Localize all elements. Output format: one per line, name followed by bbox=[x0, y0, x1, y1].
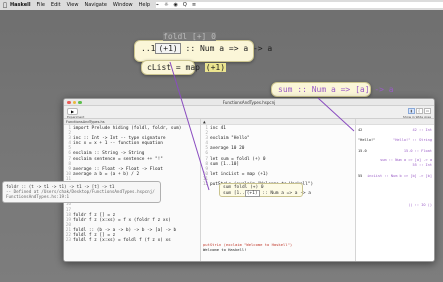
zoom-code-prefix: cList = map bbox=[147, 63, 205, 72]
code-text: sum [1..10] bbox=[210, 161, 240, 167]
line-number: 23 bbox=[65, 238, 71, 244]
window-toolbar: ▶ Experiment ▮ ▯ ▭ Show in Wide Area bbox=[64, 106, 434, 119]
tooltip-location: FunctionsAndTypes.hs:19:1 bbox=[6, 194, 70, 200]
zoom-ghost-text: foldl [+] 0 bbox=[163, 32, 216, 41]
menu-view[interactable]: View bbox=[67, 2, 79, 8]
view-toggle: ▮ ▯ ▭ bbox=[408, 108, 431, 114]
run-button[interactable]: ▶ bbox=[67, 108, 78, 115]
window-title: FunctionsAndTypes.hspcnj bbox=[222, 100, 276, 105]
status-icons: ⌁ ☼ ◉ Q ≡ bbox=[156, 2, 443, 8]
window-titlebar: FunctionsAndTypes.hspcnj bbox=[64, 99, 434, 106]
spotlight-icon[interactable]: Q bbox=[183, 2, 187, 8]
playground-icon: ▲ bbox=[203, 120, 206, 124]
record-icon[interactable]: ◉ bbox=[174, 2, 178, 8]
result-value: 42 bbox=[358, 128, 363, 132]
zoomed-type-popup: foldl [+] 0 ..1 (+1) :: Num a => a -> a bbox=[134, 32, 272, 62]
result-value: 55 bbox=[358, 174, 363, 178]
result-value: "Hello!" bbox=[358, 138, 376, 142]
menu-window[interactable]: Window bbox=[113, 2, 133, 8]
code-text: import Prelude hiding (foldl, foldr, sum… bbox=[73, 126, 182, 131]
result-type: () :: IO () bbox=[408, 203, 432, 207]
inline-type-popup: sum foldl (+) 0 sum [1.. (+1) :: Num a =>… bbox=[219, 183, 311, 197]
playground-window: FunctionsAndTypes.hspcnj ▶ Experiment ▮ … bbox=[63, 98, 435, 262]
code-text: exclaim sentence = sentence ++ "!" bbox=[73, 156, 163, 162]
brightness-icon[interactable]: ☼ bbox=[164, 2, 168, 8]
result-type: incList :: Num b => [b] -> [b] bbox=[367, 174, 432, 178]
code-text: foldr f z (x:xs) = f x (foldr f z xs) bbox=[73, 217, 171, 223]
results-header bbox=[356, 119, 434, 125]
result-type: 15.0 :: Float bbox=[403, 149, 432, 153]
menu-help[interactable]: Help bbox=[139, 2, 150, 8]
results-pane: 42 :: Int"Hello!" :: String15.0 :: Float… bbox=[356, 119, 434, 261]
zoom-line-prefix: ..1 bbox=[141, 44, 156, 53]
apple-icon[interactable]:  bbox=[0, 2, 10, 9]
inline-prefix: sum [1.. bbox=[223, 190, 245, 196]
code-text: average 10 20 bbox=[210, 146, 245, 152]
code-text: let incList = map (+1) bbox=[210, 171, 269, 177]
menu-navigate[interactable]: Navigate bbox=[84, 2, 106, 8]
console-output: putStrLn (exclaim "Welcome to Haskell") … bbox=[203, 242, 292, 252]
type-tooltip: foldr :: (t -> t1 -> t1) -> t1 -> [t] ->… bbox=[2, 181, 161, 203]
result-type: 55 :: Int bbox=[412, 163, 432, 167]
playground-lines: 1 inc 41 2 3 exclaim "Hello" 4 5 average 10 20 6… bbox=[201, 125, 355, 187]
editor-line: 23 foldl f z (x:xs) = foldl f (f z x) xs bbox=[64, 238, 200, 243]
zoom-type-text: :: Num a => a -> a bbox=[180, 44, 273, 53]
line-number: 12 bbox=[202, 182, 208, 188]
inline-type-text: :: Num a => a -> a bbox=[259, 190, 312, 196]
code-text: average a b = (a + b) / 2 bbox=[73, 171, 140, 177]
menu-edit[interactable]: Edit bbox=[51, 2, 61, 8]
editor-line: 1 import Prelude hiding (foldl, foldr, su… bbox=[64, 126, 200, 131]
code-text: inc 41 bbox=[210, 126, 226, 131]
zoom-code-highlight: (+1) bbox=[204, 63, 227, 72]
notification-icon[interactable]: ≡ bbox=[192, 2, 196, 8]
zoomed-code-line: cList = map (+1) bbox=[141, 60, 227, 75]
menu-app[interactable]: Haskell bbox=[10, 2, 31, 8]
inline-popup-line2: sum [1.. (+1) :: Num a => a -> a bbox=[223, 189, 311, 197]
result-type: sum :: Num a => [a] -> a bbox=[380, 158, 432, 162]
editor-view-icon[interactable]: ▮ bbox=[408, 108, 415, 114]
result-value: 15.0 bbox=[358, 149, 367, 153]
zoomed-signature: sum :: Num a => [a] -> a bbox=[271, 82, 394, 97]
code-text: inc x = x + 1 -- function equation bbox=[73, 141, 163, 147]
console-view-icon[interactable]: ▭ bbox=[424, 108, 431, 114]
inline-selected-expr: (+1) bbox=[244, 189, 260, 197]
split-view-icon[interactable]: ▯ bbox=[416, 108, 423, 114]
result-type: "Hello!" :: String bbox=[393, 138, 432, 142]
code-text: exclaim "Hello" bbox=[210, 136, 250, 142]
code-text: foldl f z (x:xs) = foldl f (f z x) xs bbox=[73, 238, 171, 244]
zoom-selected-expr: (+1) bbox=[155, 43, 181, 54]
console-result: Welcome to Haskell! bbox=[203, 246, 247, 252]
result-type: 42 :: Int bbox=[412, 128, 432, 132]
menu-bar:  Haskell File Edit View Navigate Window… bbox=[0, 0, 443, 10]
wifi-icon[interactable]: ⌁ bbox=[156, 2, 159, 8]
play-icon: ▶ bbox=[70, 109, 75, 114]
menu-file[interactable]: File bbox=[37, 2, 45, 8]
